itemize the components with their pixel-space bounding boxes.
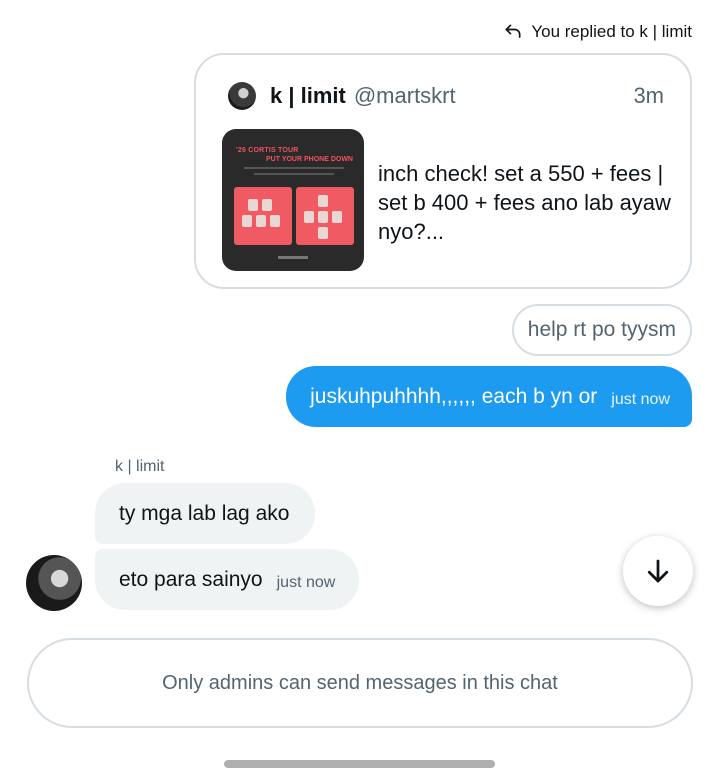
incoming-sender-name: k | limit	[115, 458, 165, 475]
incoming-message-2[interactable]: eto para sainyo just now	[95, 549, 360, 610]
reply-note-label: You replied to k | limit	[531, 22, 692, 41]
message-text: juskuhpuhhhh,,,,,, each b yn or	[310, 384, 598, 408]
sender-avatar[interactable]	[26, 555, 82, 611]
outgoing-message-help[interactable]: help rt po tyysm	[511, 304, 692, 356]
reply-arrow-icon	[505, 24, 521, 38]
thumbnail-title-line2: PUT YOUR PHONE DOWN	[266, 156, 353, 163]
message-text: eto para sainyo	[119, 567, 263, 591]
thumbnail-text-line	[254, 173, 334, 175]
quoted-post-header: k | limit @martskrt 3m	[228, 81, 664, 111]
thumbnail-panel-b	[296, 187, 354, 245]
reply-note: You replied to k | limit	[503, 22, 692, 42]
thumbnail-footer	[278, 256, 308, 259]
incoming-message-1[interactable]: ty mga lab lag ako	[95, 483, 316, 544]
quoted-post-thumbnail[interactable]: '26 CORTIS TOUR PUT YOUR PHONE DOWN	[222, 129, 364, 271]
outgoing-message-main[interactable]: juskuhpuhhhh,,,,,, each b yn or just now	[286, 366, 692, 427]
message-text: help rt po tyysm	[527, 318, 676, 341]
composer-notice-text: Only admins can send messages in this ch…	[162, 671, 558, 694]
arrow-down-icon	[647, 559, 669, 583]
composer-disabled-notice: Only admins can send messages in this ch…	[27, 638, 693, 728]
home-indicator[interactable]	[224, 760, 495, 768]
message-time: just now	[611, 390, 670, 408]
thumbnail-text-line	[244, 167, 344, 169]
quoted-author-handle: @martskrt	[353, 83, 456, 108]
quoted-post-time: 3m	[633, 83, 664, 108]
thumbnail-title-line1: '26 CORTIS TOUR	[236, 147, 299, 154]
message-text: ty mga lab lag ako	[119, 501, 290, 525]
quoted-author-avatar	[228, 82, 256, 110]
quoted-post-text: inch check! set a 550 + fees | set b 400…	[378, 161, 671, 244]
scroll-to-bottom-button[interactable]	[623, 536, 693, 606]
thumbnail-panel-a	[234, 187, 292, 245]
quoted-author-name: k | limit	[270, 83, 346, 108]
quoted-post-card[interactable]: k | limit @martskrt 3m '26 CORTIS TOUR P…	[194, 53, 692, 289]
message-time: just now	[276, 573, 336, 591]
